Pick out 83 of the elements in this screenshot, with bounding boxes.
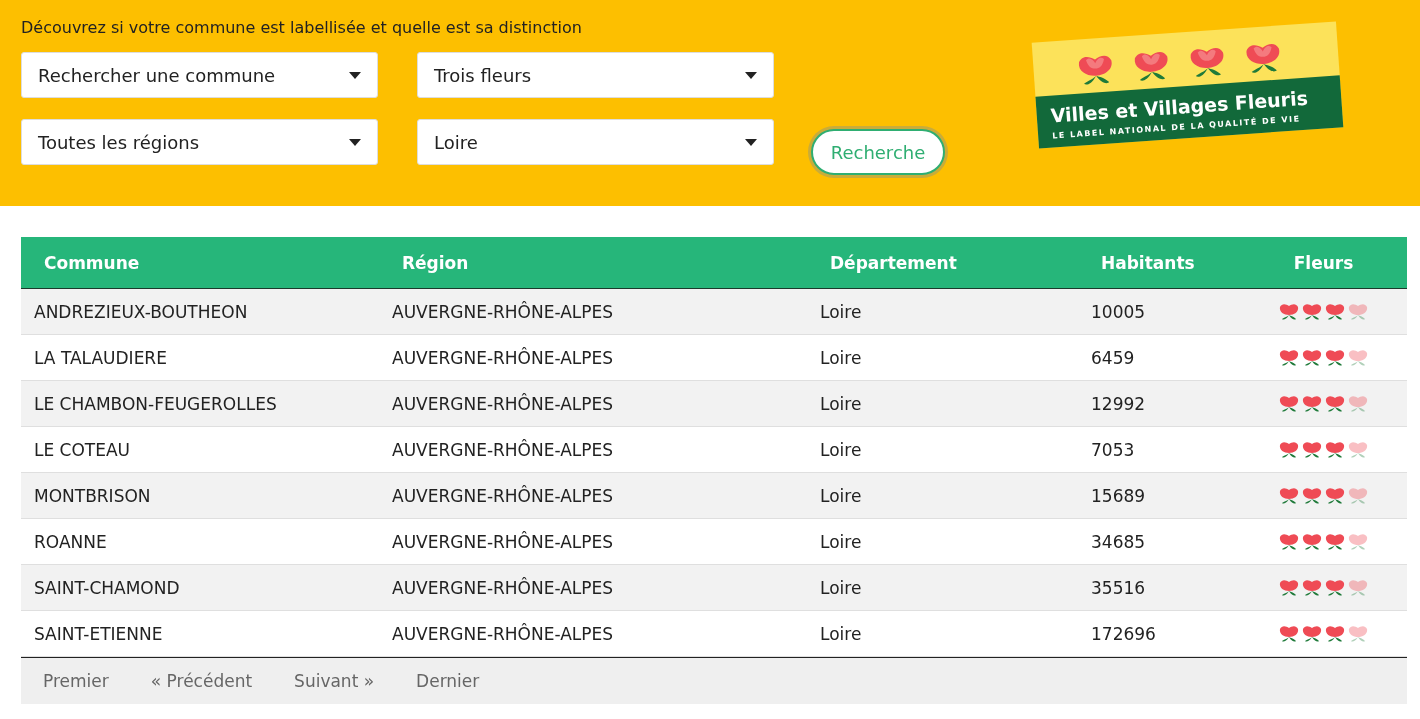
table-cell-text: Loire — [819, 393, 863, 414]
flower-icon — [1301, 577, 1323, 598]
table-cell-text: 12992 — [1090, 393, 1147, 414]
flower-icon — [1301, 393, 1323, 414]
table-cell-text: AUVERGNE-RHÔNE-ALPES — [391, 393, 615, 414]
table-cell-text: MONTBRISON — [33, 485, 152, 506]
column-header: Commune — [43, 252, 141, 273]
flower-icon — [1347, 439, 1369, 460]
flower-icon — [1347, 393, 1369, 414]
column-header: Région — [401, 252, 470, 273]
column-header: Département — [829, 252, 958, 273]
flower-icon — [1278, 439, 1300, 460]
flower-icon — [1301, 623, 1323, 644]
table-cell-text: Loire — [819, 347, 863, 368]
flower-icon — [1324, 439, 1346, 460]
table-cell-text: Loire — [819, 301, 863, 322]
intro-text: Découvrez si votre commune est labellisée et quelle est sa distinction — [21, 18, 583, 37]
caret-icon — [745, 71, 757, 79]
flower-icon — [1324, 347, 1346, 368]
flower-icon — [1324, 301, 1346, 322]
table-cell-text: AUVERGNE-RHÔNE-ALPES — [391, 623, 615, 644]
flower-icon — [1278, 393, 1300, 414]
flower-icon — [1324, 393, 1346, 414]
dropdown[interactable]: Rechercher une commune — [21, 52, 378, 98]
flower-icon — [1278, 623, 1300, 644]
table-cell-text: 35516 — [1090, 577, 1147, 598]
flower-icon — [1278, 485, 1300, 506]
table-cell-text: Loire — [819, 531, 863, 552]
table-cell-text: AUVERGNE-RHÔNE-ALPES — [391, 347, 615, 368]
flower-icon — [1278, 301, 1300, 322]
table-cell-text: 10005 — [1090, 301, 1147, 322]
table-cell-text: Loire — [819, 439, 863, 460]
table-cell-text: 15689 — [1090, 485, 1147, 506]
dropdown[interactable]: Toutes les régions — [21, 119, 378, 165]
flower-icon — [1347, 301, 1369, 322]
flower-icon — [1278, 347, 1300, 368]
flower-icon — [1347, 485, 1369, 506]
table-cell-text: ROANNE — [33, 531, 108, 552]
flower-icon — [1301, 485, 1323, 506]
table-cell-text: SAINT-ETIENNE — [33, 623, 164, 644]
flower-icon — [1347, 577, 1369, 598]
table-cell-text: LE COTEAU — [33, 439, 132, 460]
table-cell-text: 7053 — [1090, 439, 1136, 460]
dropdown[interactable]: Trois fleurs — [417, 52, 774, 98]
caret-icon — [745, 138, 757, 146]
flower-icon — [1347, 347, 1369, 368]
table-cell-text: Loire — [819, 577, 863, 598]
table-cell-text: AUVERGNE-RHÔNE-ALPES — [391, 531, 615, 552]
pagination-link[interactable]: Dernier — [416, 671, 480, 691]
table-cell-text: LA TALAUDIERE — [33, 347, 168, 368]
table-cell-text: 34685 — [1090, 531, 1147, 552]
table-cell-text: AUVERGNE-RHÔNE-ALPES — [391, 577, 615, 598]
table-cell-text: Loire — [819, 485, 863, 506]
table-cell-text: AUVERGNE-RHÔNE-ALPES — [391, 301, 615, 322]
flower-icon — [1301, 531, 1323, 552]
dropdown[interactable]: Loire — [417, 119, 774, 165]
table-cell-text: SAINT-CHAMOND — [33, 577, 181, 598]
pagination-link[interactable]: Suivant » — [294, 671, 375, 691]
flower-icon — [1324, 485, 1346, 506]
flower-icon — [1278, 531, 1300, 552]
table-cell-text: AUVERGNE-RHÔNE-ALPES — [391, 485, 615, 506]
flower-icon — [1324, 577, 1346, 598]
search-button[interactable]: Recherche — [811, 129, 945, 175]
column-header: Habitants — [1100, 252, 1196, 273]
pagination-link[interactable]: Premier — [43, 671, 109, 691]
flower-icon — [1324, 531, 1346, 552]
table-cell-text: ANDREZIEUX-BOUTHEON — [33, 301, 249, 322]
table-cell-text: Loire — [819, 623, 863, 644]
column-header: Fleurs — [1292, 252, 1355, 273]
flower-icon — [1301, 301, 1323, 322]
caret-icon — [349, 71, 361, 79]
caret-icon — [349, 138, 361, 146]
table-cell-text: LE CHAMBON-FEUGEROLLES — [33, 393, 278, 414]
pagination-link[interactable]: « Précédent — [150, 671, 253, 691]
table-cell-text: 172696 — [1090, 623, 1157, 644]
flower-icon — [1347, 623, 1369, 644]
flower-icon — [1301, 347, 1323, 368]
table-cell-text: 6459 — [1090, 347, 1136, 368]
flower-icon — [1301, 439, 1323, 460]
table-cell-text: AUVERGNE-RHÔNE-ALPES — [391, 439, 615, 460]
flower-icon — [1347, 531, 1369, 552]
flower-icon — [1324, 623, 1346, 644]
flower-icon — [1278, 577, 1300, 598]
